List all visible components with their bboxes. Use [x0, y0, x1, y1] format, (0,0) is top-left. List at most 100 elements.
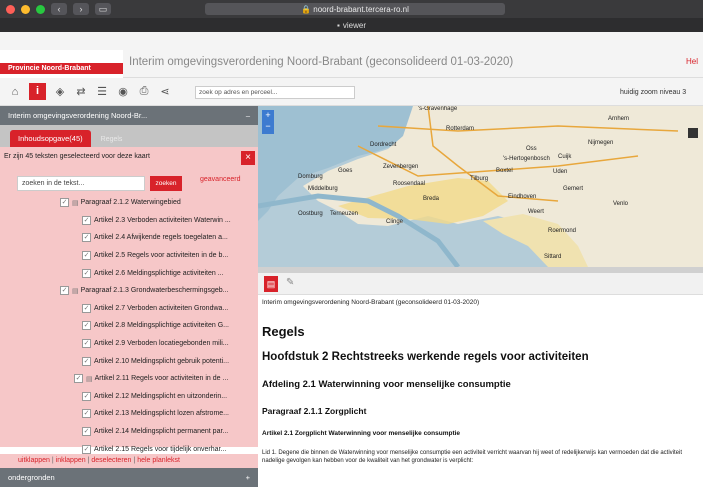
- map-label: Roosendaal: [393, 181, 426, 187]
- panel-tabs: Inhoudsopgave(45) Regels: [0, 125, 258, 147]
- map-label: Domburg: [298, 174, 323, 180]
- map-label: Middelburg: [308, 186, 338, 192]
- toc-group[interactable]: ✓ ▤ Paragraaf 2.1.3 Grondwaterbeschermings…: [0, 282, 258, 300]
- sidebar-icon[interactable]: ▭: [95, 3, 111, 15]
- map-label: Dordrecht: [370, 142, 397, 148]
- toc-item[interactable]: ✓ Artikel 2.4 Afwijkende regels toegelate…: [0, 229, 258, 247]
- toc-item[interactable]: ✓ Artikel 2.9 Verboden locatiegebonden mi…: [0, 335, 258, 353]
- checkbox[interactable]: ✓: [82, 321, 91, 331]
- share-icon[interactable]: ⋖: [158, 85, 172, 98]
- close-dot[interactable]: [6, 4, 15, 14]
- basemaps-label: ondergronden: [8, 473, 55, 482]
- toc-label: Artikel 2.4 Afwijkende regels toegelaten…: [94, 234, 228, 242]
- pdf-icon[interactable]: ▤: [264, 276, 278, 292]
- checkbox[interactable]: ✓: [82, 339, 91, 349]
- checkbox[interactable]: ✓: [60, 286, 69, 296]
- app-header: Provincie Noord-Brabant Interim omgeving…: [0, 32, 703, 78]
- info-icon[interactable]: i: [29, 83, 46, 100]
- checkbox[interactable]: ✓: [82, 427, 91, 437]
- forward-icon[interactable]: ›: [73, 3, 89, 15]
- address-bar[interactable]: 🔒 noord-brabant.tercera-ro.nl: [205, 3, 505, 15]
- logo: Provincie Noord-Brabant: [0, 50, 123, 78]
- toc-item[interactable]: ✓ Artikel 2.5 Regels voor activiteiten in…: [0, 247, 258, 265]
- folder-icon: ▤: [86, 375, 93, 383]
- help-link[interactable]: Hel: [686, 57, 698, 66]
- tab-viewer[interactable]: ▪ viewer: [337, 21, 366, 30]
- selection-info: Er zijn 45 teksten geselecteerd voor dez…: [0, 147, 258, 167]
- tab-favicon-icon: ▪: [337, 20, 340, 30]
- edit-icon[interactable]: ✎: [286, 277, 294, 288]
- search-button[interactable]: zoeken: [150, 176, 182, 191]
- toc-label: Artikel 2.5 Regels voor activiteiten in …: [94, 252, 229, 260]
- checkbox[interactable]: ✓: [74, 374, 83, 384]
- panel-title: Interim omgevingsverordening Noord-Br...: [8, 111, 148, 120]
- address-search-input[interactable]: zoek op adres en perceel...: [195, 86, 355, 99]
- checkbox[interactable]: ✓: [82, 391, 91, 401]
- expand-link[interactable]: uitklappen: [18, 457, 50, 464]
- checkbox[interactable]: ✓: [82, 356, 91, 366]
- eye-icon[interactable]: ◉: [116, 85, 130, 98]
- toc-item[interactable]: ✓ Artikel 2.7 Verboden activiteiten Grond…: [0, 300, 258, 318]
- zoom-in-icon[interactable]: +: [262, 110, 274, 121]
- toc-item[interactable]: ✓ Artikel 2.10 Meldingsplicht gebruik pot…: [0, 352, 258, 370]
- checkbox[interactable]: ✓: [82, 444, 91, 454]
- checkbox[interactable]: ✓: [82, 215, 91, 225]
- checkbox[interactable]: ✓: [82, 233, 91, 243]
- tab-regels[interactable]: Regels: [97, 132, 127, 147]
- layers-icon[interactable]: ◈: [53, 85, 67, 98]
- map-view[interactable]: 's-Gravenhage Rotterdam Arnhem Nijmegen …: [258, 106, 703, 267]
- map-label: Roermond: [548, 228, 577, 234]
- panel-links: uitklappen | inklappen | deselecteren | …: [0, 454, 258, 468]
- map-label: Oostburg: [298, 211, 323, 217]
- tab-inhoudsopgave[interactable]: Inhoudsopgave(45): [10, 130, 91, 147]
- deselect-link[interactable]: deselecteren: [91, 457, 131, 464]
- page-title: Interim omgevingsverordening Noord-Braba…: [129, 56, 514, 68]
- url-text: noord-brabant.tercera-ro.nl: [313, 4, 409, 14]
- tab-label: viewer: [342, 20, 366, 30]
- basemaps-header[interactable]: ondergronden +: [0, 468, 258, 487]
- doc-heading-chapter: Hoofdstuk 2 Rechtstreeks werkende regels…: [262, 351, 589, 363]
- toc-label: Artikel 2.15 Regels voor tijdelijk onver…: [94, 445, 227, 453]
- print-icon[interactable]: ⎙: [137, 85, 151, 98]
- collapse-icon[interactable]: –: [246, 111, 250, 120]
- toc-label: Artikel 2.13 Meldingsplicht lozen afstro…: [94, 410, 230, 418]
- map-label: Rotterdam: [446, 126, 475, 132]
- toc-item[interactable]: ✓ Artikel 2.14 Meldingsplicht permanent p…: [0, 423, 258, 441]
- toc-label: Paragraaf 2.1.3 Grondwaterbeschermingsge…: [80, 287, 229, 295]
- map-label: Clinge: [386, 219, 404, 225]
- toc-item[interactable]: ✓ Artikel 2.12 Meldingsplicht en uitzonde…: [0, 388, 258, 406]
- close-icon[interactable]: ×: [241, 151, 255, 165]
- checkbox[interactable]: ✓: [60, 198, 69, 208]
- full-text-link[interactable]: hele planlekst: [137, 457, 180, 464]
- checkbox[interactable]: ✓: [82, 409, 91, 419]
- zoom-out-icon[interactable]: −: [262, 121, 274, 132]
- advanced-link[interactable]: geavanceerd: [200, 176, 240, 183]
- checkbox[interactable]: ✓: [82, 251, 91, 261]
- map-label: Breda: [423, 196, 440, 202]
- toc-label: Artikel 2.6 Meldingsplichtige activiteit…: [94, 269, 224, 277]
- back-icon[interactable]: ‹: [51, 3, 67, 15]
- text-search-input[interactable]: zoeken in de tekst...: [17, 176, 145, 191]
- checkbox[interactable]: ✓: [82, 268, 91, 278]
- add-icon[interactable]: +: [246, 473, 250, 482]
- doc-heading-section: Afdeling 2.1 Waterwinning voor menselijk…: [262, 379, 511, 390]
- map-label: Nijmegen: [588, 140, 614, 146]
- toc-item[interactable]: ✓ Artikel 2.13 Meldingsplicht lozen afstr…: [0, 405, 258, 423]
- toc-group[interactable]: ✓ ▤ Paragraaf 2.1.2 Waterwingebied: [0, 194, 258, 212]
- toc-item[interactable]: ✓ Artikel 2.8 Meldingsplichtige activitei…: [0, 317, 258, 335]
- home-icon[interactable]: ⌂: [8, 86, 22, 98]
- toc-group[interactable]: ✓ ▤ Artikel 2.11 Regels voor activiteiten …: [0, 370, 258, 388]
- maximize-dot[interactable]: [36, 4, 45, 14]
- collapse-link[interactable]: inklappen: [56, 457, 86, 464]
- toc-item[interactable]: ✓ Artikel 2.3 Verboden activiteiten Water…: [0, 212, 258, 230]
- map-zoom-control[interactable]: + −: [262, 110, 274, 134]
- minimize-dot[interactable]: [21, 4, 30, 14]
- map-label: Gemert: [563, 186, 584, 192]
- document-meta: Interim omgevingsverordening Noord-Braba…: [262, 299, 480, 306]
- toc-item[interactable]: ✓ Artikel 2.6 Meldingsplichtige activitei…: [0, 264, 258, 282]
- map-label: Cuijk: [558, 154, 572, 160]
- document-toolbar: [258, 273, 703, 295]
- checkbox[interactable]: ✓: [82, 303, 91, 313]
- legend-icon[interactable]: ☰: [95, 85, 109, 98]
- measure-icon[interactable]: ⇄: [74, 85, 88, 98]
